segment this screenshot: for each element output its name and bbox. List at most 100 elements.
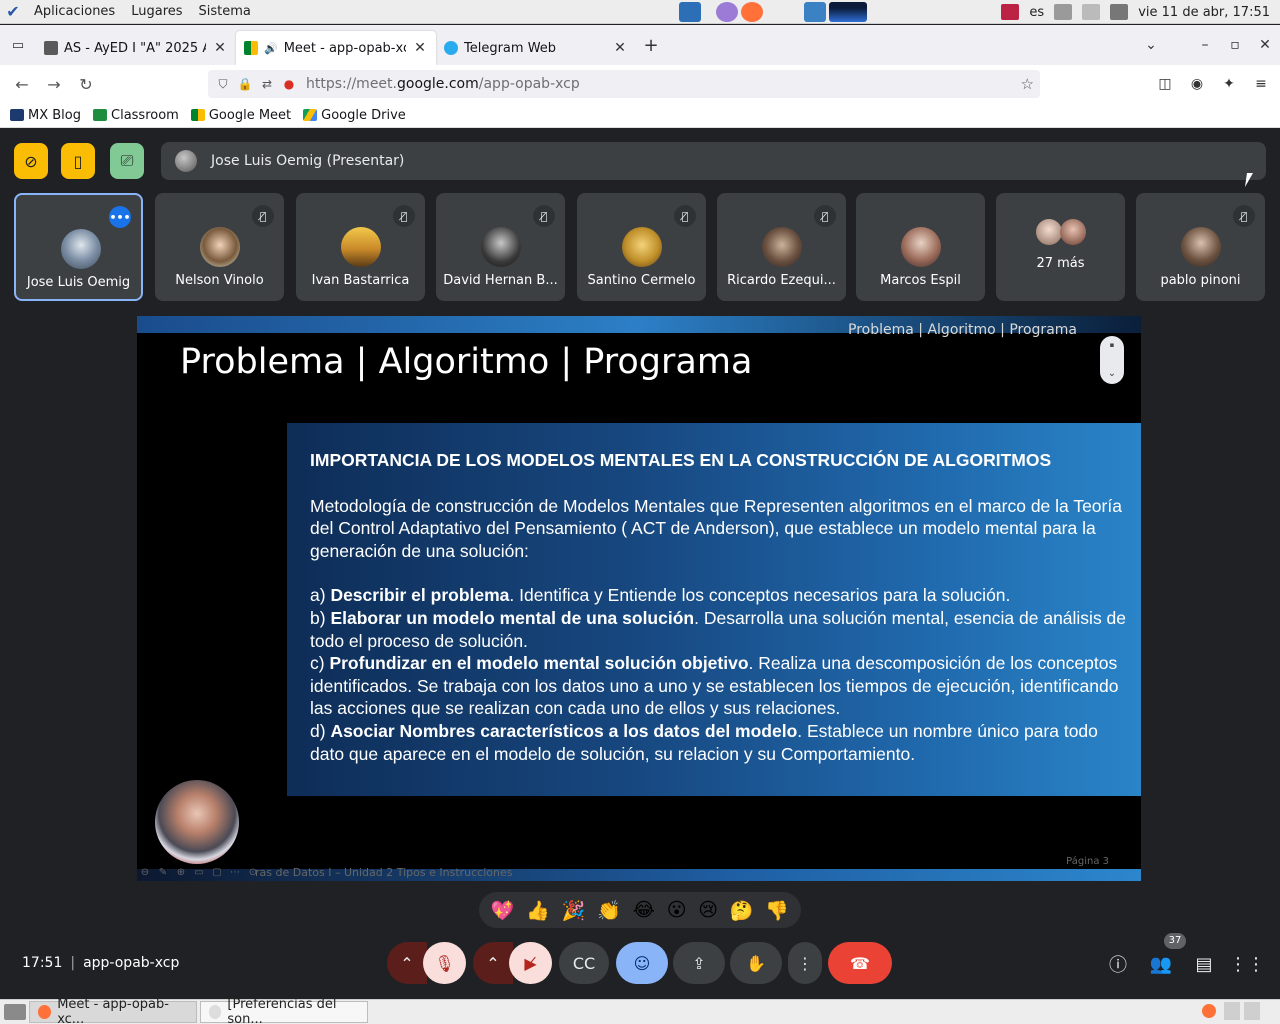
subtitles-icon[interactable]: ▭ — [191, 867, 207, 881]
previous-slide-icon[interactable]: ⊖ — [137, 867, 153, 881]
close-window-icon[interactable]: ✕ — [1250, 37, 1280, 53]
slide-intro: Metodología de construcción de Modelos M… — [310, 495, 1122, 561]
chat-icon[interactable]: ▤ — [1189, 950, 1219, 978]
presenter-bar[interactable]: Jose Luis Oemig (Presentar) — [161, 142, 1266, 180]
bookmark-classroom[interactable]: Classroom — [93, 108, 179, 123]
bookmark-mx-blog[interactable]: MX Blog — [10, 108, 81, 123]
participant-tile[interactable]: 🎙̸ Santino Cermelo — [577, 193, 706, 301]
url-bar[interactable]: ⛉ 🔒 ⇄ ● https://meet.google.com/app-opab… — [208, 70, 1040, 98]
reaction-thumbs-up[interactable]: 👍 — [526, 899, 550, 922]
layout-icon[interactable]: ▯ — [61, 143, 95, 179]
eject-icon[interactable] — [1082, 4, 1101, 20]
distro-logo-icon[interactable]: ✔ — [0, 2, 26, 21]
reaction-surprised[interactable]: 😮 — [667, 899, 687, 921]
back-icon[interactable]: ← — [6, 68, 38, 100]
launcher-firefox-icon[interactable] — [741, 2, 763, 22]
speaker-icon[interactable]: 🔊 — [264, 42, 278, 55]
taskbar-item-meet[interactable]: Meet - app-opab-xc... — [29, 997, 197, 1024]
video-options-button[interactable]: ⌃ — [473, 942, 513, 984]
launcher-terminal-icon[interactable] — [804, 2, 826, 22]
workspace-1[interactable] — [1224, 1002, 1240, 1020]
hide-tiles-icon[interactable]: ⊘ — [14, 143, 48, 179]
launcher-settings-icon[interactable] — [679, 2, 701, 22]
account-icon[interactable]: ◉ — [1186, 76, 1208, 92]
camera-icon[interactable]: ▢ — [209, 867, 225, 881]
more-icon[interactable]: ⋯ — [227, 867, 243, 881]
emoji-button[interactable]: ☺ — [616, 942, 668, 984]
lock-icon[interactable]: 🔒 — [234, 77, 256, 91]
reaction-party[interactable]: 🎉 — [562, 899, 586, 922]
reaction-laugh[interactable]: 😂 — [633, 899, 655, 921]
tab-title: Telegram Web — [464, 40, 557, 56]
participant-tile[interactable]: 🎙̸ David Hernan B... — [436, 193, 565, 301]
participant-tile[interactable]: 🎙̸ Ivan Bastarrica — [296, 193, 425, 301]
more-options-button[interactable]: ⋮ — [788, 942, 822, 984]
firefox-tray-icon[interactable] — [1202, 1004, 1216, 1018]
extensions-icon[interactable]: ✦ — [1218, 76, 1240, 92]
participant-tile[interactable]: 🎙̸ Ricardo Ezequi... — [717, 193, 846, 301]
end-call-button[interactable]: ☎ — [828, 942, 892, 984]
mic-toggle-button[interactable]: 🎙 — [423, 942, 466, 984]
close-icon[interactable]: ✕ — [212, 40, 228, 56]
activities-icon[interactable]: ⋮⋮ — [1229, 950, 1265, 978]
bookmark-star-icon[interactable]: ☆ — [1021, 75, 1034, 93]
new-tab-button[interactable]: + — [636, 35, 666, 56]
launcher-browser-icon[interactable] — [716, 2, 738, 22]
bookmark-google-meet[interactable]: Google Meet — [190, 108, 291, 123]
participant-tile[interactable]: 🎙̸ pablo pinoni — [1136, 193, 1265, 301]
network-icon[interactable] — [1110, 4, 1129, 20]
close-icon[interactable]: ✕ — [412, 40, 428, 56]
close-icon[interactable]: ✕ — [612, 40, 628, 56]
tab-meet[interactable]: 🔊 Meet - app-opab-xcp ✕ — [236, 31, 436, 65]
participant-tile[interactable]: 🎙̸ Nelson Vinolo — [155, 193, 284, 301]
bookmark-google-drive[interactable]: Google Drive — [303, 108, 406, 123]
people-icon[interactable]: 👥 — [1146, 950, 1176, 978]
reaction-thumbs-down[interactable]: 👎 — [765, 899, 789, 922]
microphone-icon[interactable]: ● — [278, 77, 300, 91]
raise-hand-button[interactable]: ✋ — [730, 942, 782, 984]
tab-classroom[interactable]: AS - AyED I "A" 2025 AS - ✕ — [36, 31, 236, 65]
pocket-icon[interactable]: ◫ — [1154, 76, 1176, 92]
meeting-details-icon[interactable]: ⓘ — [1103, 950, 1133, 978]
reaction-clap[interactable]: 👏 — [597, 899, 621, 922]
menu-aplicaciones[interactable]: Aplicaciones — [26, 4, 123, 19]
minimize-icon[interactable]: – — [1190, 37, 1220, 53]
shield-icon[interactable]: ⛉ — [212, 77, 234, 92]
taskbar-item-sound-prefs[interactable]: [Preferencias del son... — [200, 997, 368, 1024]
reaction-thinking[interactable]: 🤔 — [730, 899, 754, 922]
menu-sistema[interactable]: Sistema — [191, 4, 259, 19]
chevron-down-icon[interactable]: ⌄ — [1136, 37, 1166, 53]
pen-icon[interactable]: ✎ — [155, 867, 171, 881]
menu-icon[interactable]: ≡ — [1250, 76, 1272, 92]
presentation-nav-pill[interactable]: ▪ ⌄ — [1100, 336, 1124, 384]
tab-list-icon[interactable]: ▭ — [0, 25, 36, 65]
participant-tile[interactable]: ••• Jose Luis Oemig — [14, 193, 143, 301]
datetime[interactable]: vie 11 de abr, 17:51 — [1138, 5, 1270, 20]
keyboard-layout[interactable]: es — [1029, 5, 1044, 20]
notification-icon[interactable] — [1001, 4, 1020, 20]
permissions-icon[interactable]: ⇄ — [256, 77, 278, 91]
more-participants-tile[interactable]: 27 más — [996, 193, 1125, 301]
reaction-sad[interactable]: 😢 — [698, 899, 718, 921]
reload-icon[interactable]: ↻ — [70, 68, 102, 100]
volume-icon[interactable] — [1054, 4, 1073, 20]
workspace-2[interactable] — [1244, 1002, 1260, 1020]
forward-icon[interactable]: → — [38, 68, 70, 100]
maximize-icon[interactable]: ▫ — [1220, 37, 1250, 53]
more-options-icon[interactable]: ••• — [109, 206, 131, 228]
audio-options-button[interactable]: ⌃ — [387, 942, 427, 984]
next-slide-icon[interactable]: ⊙ — [245, 867, 261, 881]
zoom-icon[interactable]: ⊕ — [173, 867, 189, 881]
reaction-heart[interactable]: 💖 — [491, 899, 515, 922]
present-button[interactable]: ⇪ — [673, 942, 725, 984]
participant-tile[interactable]: Marcos Espil — [856, 193, 985, 301]
camera-toggle-button[interactable]: ▶̸ — [509, 942, 552, 984]
os-top-panel: ✔ Aplicaciones Lugares Sistema es vie 11… — [0, 0, 1280, 24]
devices-icon[interactable]: ⎚ — [110, 143, 144, 179]
menu-lugares[interactable]: Lugares — [123, 4, 190, 19]
show-desktop-icon[interactable] — [4, 1004, 26, 1020]
tab-telegram[interactable]: Telegram Web ✕ — [436, 31, 636, 65]
captions-button[interactable]: CC — [559, 942, 609, 984]
slide-content: IMPORTANCIA DE LOS MODELOS MENTALES EN L… — [310, 449, 1132, 765]
chevron-down-icon[interactable]: ⌄ — [1108, 368, 1116, 379]
